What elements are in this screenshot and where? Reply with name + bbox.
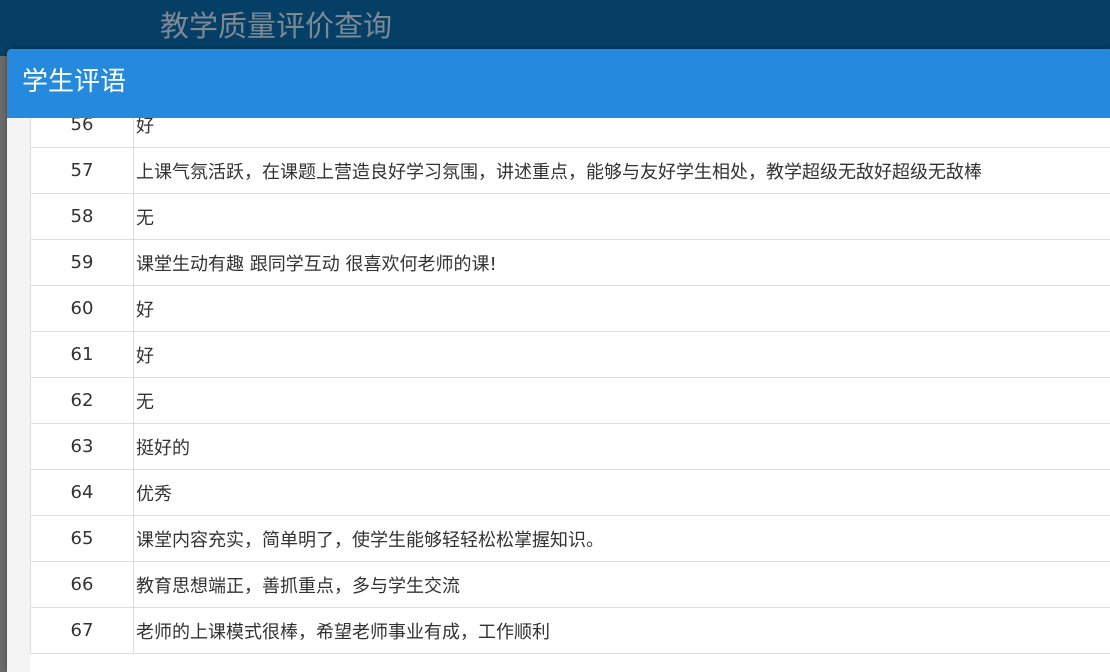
app-title: 教学质量评价查询 <box>160 9 393 43</box>
row-index: 57 <box>30 147 134 194</box>
modal-header: 学生评语 <box>7 49 1110 118</box>
table-row: 60 好 <box>30 285 1110 332</box>
row-index: 59 <box>30 239 134 286</box>
row-index: 62 <box>30 377 134 424</box>
row-comment: 课堂生动有趣 跟同学互动 很喜欢何老师的课! <box>133 239 1110 286</box>
table-row: 62 无 <box>30 377 1110 424</box>
comments-table: 56 好 57 上课气氛活跃，在课题上营造良好学习氛围，讲述重点，能够与友好学生相处，… <box>30 118 1110 654</box>
table-row: 65 课堂内容充实，简单明了，使学生能够轻轻松松掌握知识。 <box>30 515 1110 562</box>
row-comment: 老师的上课模式很棒，希望老师事业有成，工作顺利 <box>133 607 1110 654</box>
row-index: 63 <box>30 423 134 470</box>
left-gutter <box>7 118 30 672</box>
table-row: 64 优秀 <box>30 469 1110 516</box>
table-row: 66 教育思想端正，善抓重点，多与学生交流 <box>30 561 1110 608</box>
row-comment: 挺好的 <box>133 423 1110 470</box>
row-comment: 好 <box>133 118 1110 148</box>
row-index: 65 <box>30 515 134 562</box>
row-comment: 无 <box>133 193 1110 240</box>
table-row: 61 好 <box>30 331 1110 378</box>
table-row: 58 无 <box>30 193 1110 240</box>
row-comment: 教育思想端正，善抓重点，多与学生交流 <box>133 561 1110 608</box>
app-header: 教学质量评价查询 <box>0 0 1110 56</box>
row-index: 60 <box>30 285 134 332</box>
table-row: 59 课堂生动有趣 跟同学互动 很喜欢何老师的课! <box>30 239 1110 286</box>
table-row: 57 上课气氛活跃，在课题上营造良好学习氛围，讲述重点，能够与友好学生相处，教学超… <box>30 147 1110 194</box>
row-comment: 上课气氛活跃，在课题上营造良好学习氛围，讲述重点，能够与友好学生相处，教学超级无… <box>133 147 1110 194</box>
table-row: 63 挺好的 <box>30 423 1110 470</box>
row-comment: 无 <box>133 377 1110 424</box>
row-comment: 课堂内容充实，简单明了，使学生能够轻轻松松掌握知识。 <box>133 515 1110 562</box>
row-comment: 好 <box>133 331 1110 378</box>
table-row: 67 老师的上课模式很棒，希望老师事业有成，工作顺利 <box>30 607 1110 654</box>
table-row: 56 好 <box>30 118 1110 148</box>
student-comments-modal: 学生评语 56 好 57 上课气氛活跃，在课题上营造良好学习氛围，讲述重点，能够与友好… <box>7 49 1110 672</box>
row-comment: 好 <box>133 285 1110 332</box>
modal-body[interactable]: 56 好 57 上课气氛活跃，在课题上营造良好学习氛围，讲述重点，能够与友好学生相处，… <box>7 118 1110 672</box>
row-index: 67 <box>30 607 134 654</box>
row-index: 66 <box>30 561 134 608</box>
modal-title: 学生评语 <box>22 67 127 97</box>
row-index: 64 <box>30 469 134 516</box>
row-index: 56 <box>30 118 134 148</box>
row-comment: 优秀 <box>133 469 1110 516</box>
row-index: 61 <box>30 331 134 378</box>
row-index: 58 <box>30 193 134 240</box>
